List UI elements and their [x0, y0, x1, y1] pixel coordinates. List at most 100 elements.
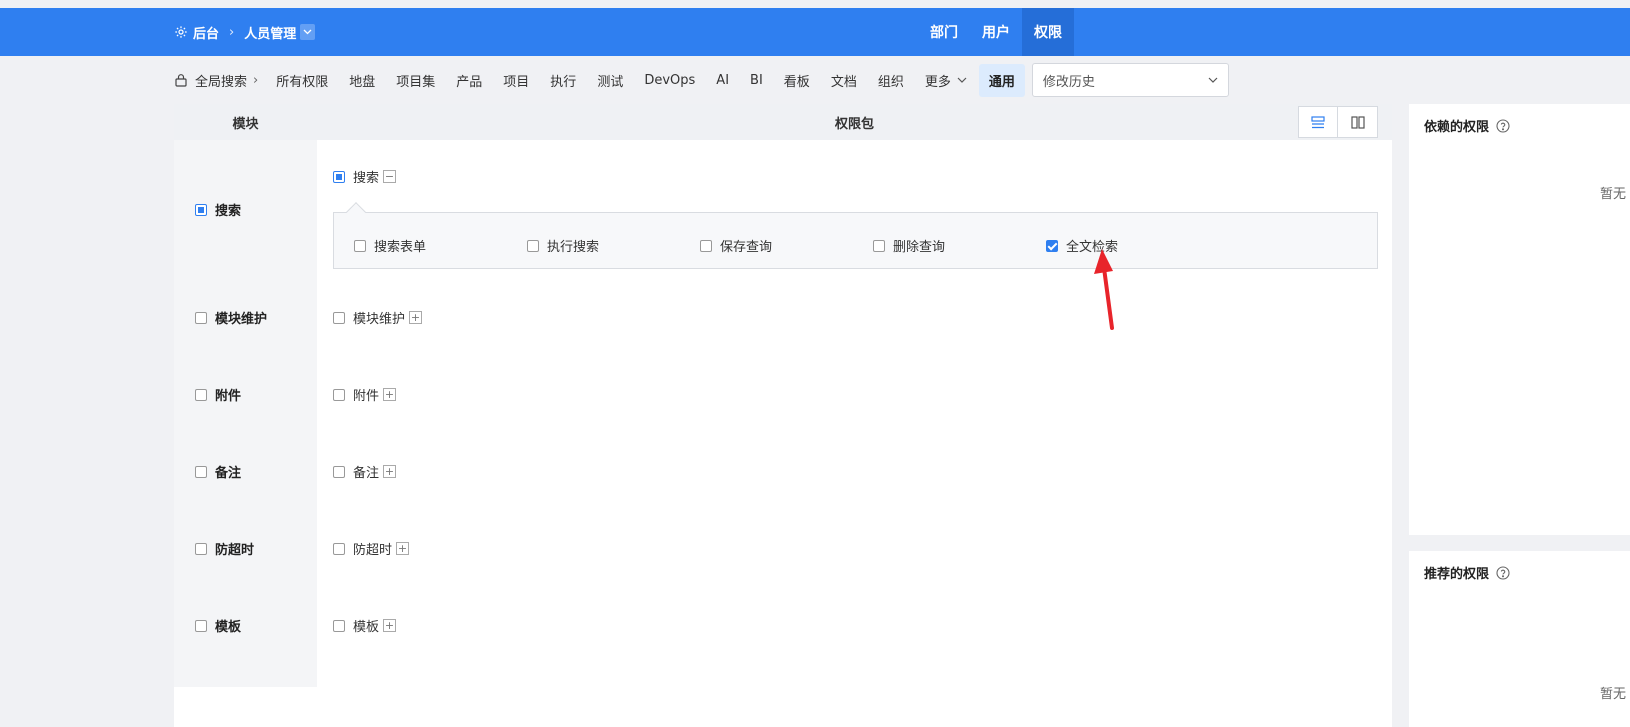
privilege-item[interactable]: 搜索表单 [354, 236, 426, 255]
package-row: 模板 + [333, 616, 397, 635]
module-checkbox[interactable] [195, 388, 207, 401]
privilege-item[interactable]: 保存查询 [700, 236, 772, 255]
collapse-icon[interactable]: − [383, 170, 397, 183]
breadcrumb-root[interactable]: 后台 [193, 23, 219, 42]
table-header: 模块 权限包 [174, 104, 1392, 140]
nav-kanban[interactable]: 看板 [784, 71, 810, 90]
privilege-item[interactable]: 执行搜索 [527, 236, 599, 255]
nav-all-privileges[interactable]: 所有权限 [276, 71, 328, 90]
package-label: 搜索 [353, 171, 380, 186]
privilege-label: 执行搜索 [547, 240, 600, 255]
privilege-item[interactable]: 全文检索 [1046, 236, 1118, 255]
expand-icon[interactable]: + [383, 388, 397, 401]
package-label: 模块维护 [353, 312, 406, 327]
nav-execution[interactable]: 执行 [550, 71, 576, 90]
empty-text: 暂无 [1600, 187, 1627, 202]
column-view-button[interactable] [1338, 106, 1378, 138]
package-checkbox[interactable] [333, 388, 345, 401]
nav-program[interactable]: 项目集 [396, 71, 435, 90]
package-row: 防超时 + [333, 539, 410, 558]
module-label: 搜索 [215, 204, 242, 219]
tab-permissions[interactable]: 权限 [1022, 8, 1074, 56]
module-label: 备注 [215, 466, 242, 481]
nav-devops[interactable]: DevOps [644, 73, 695, 88]
privilege-checkbox[interactable] [354, 239, 366, 252]
more-dropdown[interactable]: 更多 [925, 71, 967, 90]
privilege-checkbox[interactable] [700, 239, 712, 252]
package-checkbox[interactable] [333, 619, 345, 632]
empty-text: 暂无 [1600, 687, 1627, 702]
chevron-down-icon [957, 77, 967, 83]
package-row: 搜索 − [333, 167, 397, 186]
package-label: 备注 [353, 466, 380, 481]
expand-icon[interactable]: + [409, 311, 423, 324]
chevron-right-icon: › [253, 72, 259, 88]
privilege-checkbox[interactable] [527, 239, 539, 252]
lock-icon [175, 74, 187, 87]
nav-common-active[interactable]: 通用 [978, 63, 1025, 97]
privilege-checkbox[interactable] [873, 239, 885, 252]
module-checkbox[interactable] [195, 311, 207, 324]
package-label: 防超时 [353, 543, 393, 558]
help-icon[interactable] [1496, 565, 1510, 580]
module-nav: 全局搜索 › 所有权限 地盘 项目集 产品 项目 执行 测试 DevOps AI… [174, 62, 1229, 98]
package-label: 模板 [353, 620, 380, 635]
recommends-panel: 推荐的权限 暂无 [1409, 551, 1630, 727]
chevron-right-icon: › [229, 24, 235, 40]
global-search-link[interactable]: 全局搜索 › [195, 71, 258, 90]
nav-bi[interactable]: BI [750, 73, 763, 88]
list-view-button[interactable] [1298, 106, 1338, 138]
privilege-label: 保存查询 [720, 240, 773, 255]
chevron-down-icon[interactable] [300, 24, 316, 40]
recommends-title: 推荐的权限 [1424, 563, 1510, 582]
search-privilege-list: 搜索表单 执行搜索 保存查询 删除查询 全文检索 [333, 212, 1378, 269]
nav-my[interactable]: 地盘 [349, 71, 375, 90]
global-search-label: 全局搜索 [195, 74, 248, 90]
package-checkbox[interactable] [333, 170, 345, 183]
column-package: 权限包 [834, 116, 874, 132]
expand-icon[interactable]: + [383, 619, 397, 632]
recommends-title-text: 推荐的权限 [1424, 567, 1490, 582]
module-checkbox[interactable] [195, 465, 207, 478]
package-row: 模块维护 + [333, 308, 423, 327]
column-module: 模块 [232, 116, 259, 132]
tab-users[interactable]: 用户 [970, 8, 1022, 56]
history-select-value: 修改历史 [1042, 74, 1095, 90]
package-checkbox[interactable] [333, 465, 345, 478]
nav-qa[interactable]: 测试 [597, 71, 623, 90]
nav-doc[interactable]: 文档 [831, 71, 857, 90]
nav-project[interactable]: 项目 [503, 71, 529, 90]
module-row[interactable]: 附件 [195, 385, 241, 404]
privilege-label: 搜索表单 [374, 240, 427, 255]
package-checkbox[interactable] [333, 542, 345, 555]
top-nav: 部门 用户 权限 [918, 8, 1074, 56]
module-label: 附件 [215, 389, 242, 404]
nav-product[interactable]: 产品 [456, 71, 482, 90]
module-label: 模板 [215, 620, 242, 635]
expand-icon[interactable]: + [383, 465, 397, 478]
package-checkbox[interactable] [333, 311, 345, 324]
module-row[interactable]: 模块维护 [195, 308, 267, 327]
module-checkbox[interactable] [195, 203, 207, 216]
privilege-checkbox-checked[interactable] [1046, 239, 1058, 252]
module-row[interactable]: 模板 [195, 616, 241, 635]
module-row[interactable]: 防超时 [195, 539, 254, 558]
help-icon[interactable] [1496, 118, 1510, 133]
package-row: 备注 + [333, 462, 397, 481]
privilege-label: 删除查询 [893, 240, 946, 255]
module-label: 防超时 [215, 543, 255, 558]
nav-ai[interactable]: AI [716, 73, 729, 88]
view-toggle [1298, 106, 1378, 138]
breadcrumb-current[interactable]: 人员管理 [244, 23, 296, 42]
module-checkbox[interactable] [195, 542, 207, 555]
tab-department[interactable]: 部门 [918, 8, 970, 56]
expand-icon[interactable]: + [396, 542, 410, 555]
nav-org[interactable]: 组织 [878, 71, 904, 90]
history-select[interactable]: 修改历史 [1031, 63, 1229, 97]
privilege-label: 全文检索 [1066, 240, 1119, 255]
module-checkbox[interactable] [195, 619, 207, 632]
privilege-item[interactable]: 删除查询 [873, 236, 945, 255]
depends-title: 依赖的权限 [1424, 116, 1510, 135]
module-row[interactable]: 备注 [195, 462, 241, 481]
module-row[interactable]: 搜索 [195, 200, 241, 219]
